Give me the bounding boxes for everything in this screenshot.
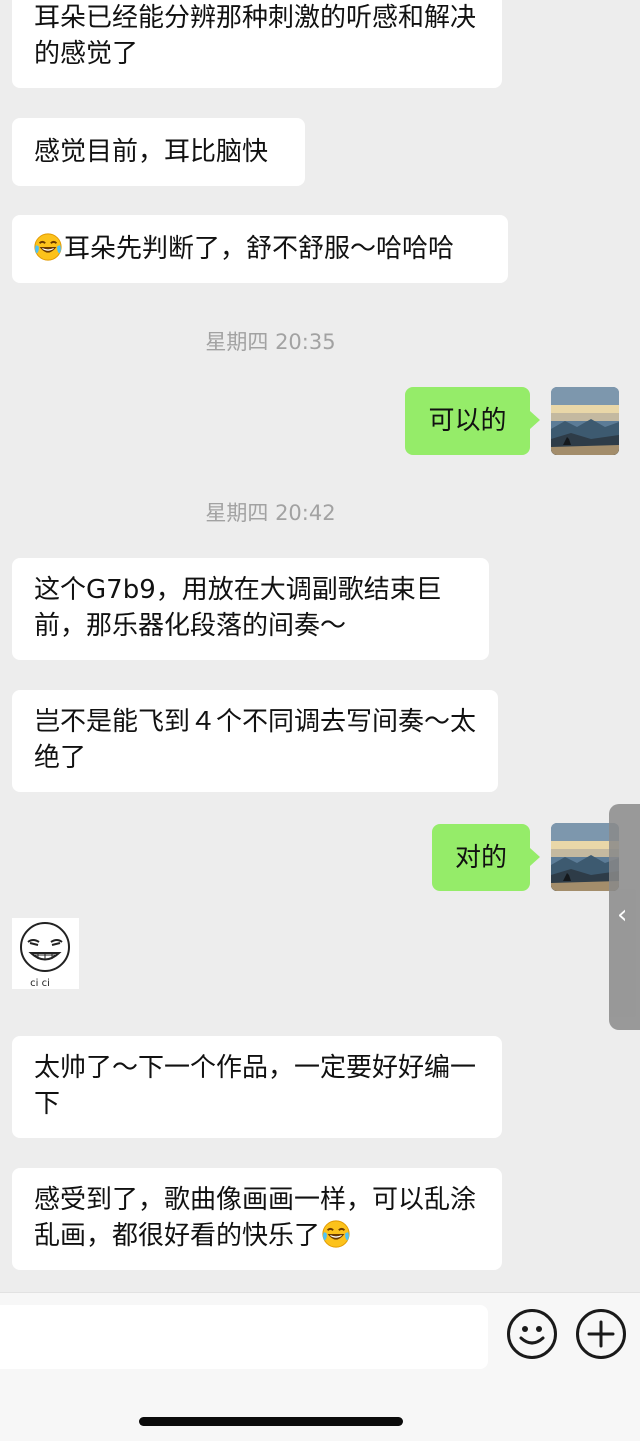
laugh-icon	[321, 1219, 351, 1249]
message-text: 感觉目前，耳比脑快	[34, 137, 269, 167]
more-button[interactable]	[576, 1309, 626, 1359]
message-bubble[interactable]: 耳朵已经能分辨那种刺激的听感和解决的感觉了	[12, 0, 502, 88]
plus-icon	[587, 1320, 615, 1348]
smiley-icon	[519, 1326, 545, 1345]
message-bubble[interactable]: 太帅了～下一个作品，一定要好好编一下	[12, 1036, 502, 1138]
home-indicator[interactable]	[139, 1417, 403, 1426]
message-bubble-outgoing[interactable]: 对的	[432, 824, 540, 891]
message-bubble-outgoing[interactable]: 可以的	[405, 387, 540, 455]
chevron-left-icon: ‹	[617, 900, 628, 930]
message-text: 耳朵已经能分辨那种刺激的听感和解决的感觉了	[34, 3, 477, 69]
side-panel-handle[interactable]: ‹	[609, 804, 640, 1030]
message-text: 可以的	[428, 406, 507, 436]
my-avatar[interactable]	[551, 387, 619, 455]
message-text: 这个G7b9，用放在大调副歌结束巨前，那乐器化段落的间奏～	[34, 575, 442, 641]
message-text: 太帅了～下一个作品，一定要好好编一下	[34, 1053, 477, 1119]
message-bubble[interactable]: 这个G7b9，用放在大调副歌结束巨前，那乐器化段落的间奏～	[12, 558, 489, 660]
input-bar	[0, 1292, 640, 1441]
chat-history[interactable]: 耳朵已经能分辨那种刺激的听感和解决的感觉了 感觉目前，耳比脑快 耳朵先判断了，舒…	[0, 0, 640, 1292]
message-text: 岂不是能飞到４个不同调去写间奏～太绝了	[34, 707, 477, 773]
sticker-caption: ci ci	[30, 978, 50, 989]
message-bubble[interactable]: 感受到了，歌曲像画画一样，可以乱涂乱画，都很好看的快乐了	[12, 1168, 502, 1270]
timestamp: 星期四 20:35	[205, 330, 336, 354]
landscape-avatar-image	[551, 387, 619, 455]
timestamp: 星期四 20:42	[205, 501, 336, 525]
message-text: 耳朵先判断了，舒不舒服～哈哈哈	[64, 234, 455, 264]
message-bubble[interactable]: 感觉目前，耳比脑快	[12, 118, 305, 186]
message-text: 感受到了，歌曲像画画一样，可以乱涂乱画，都很好看的快乐了	[34, 1185, 477, 1251]
emoji-button[interactable]	[507, 1309, 557, 1359]
message-text: 对的	[454, 843, 507, 873]
laugh-icon	[33, 232, 63, 262]
message-input[interactable]	[0, 1305, 488, 1369]
sticker-smug-face[interactable]: ci ci	[12, 918, 79, 989]
message-bubble[interactable]: 岂不是能飞到４个不同调去写间奏～太绝了	[12, 690, 498, 792]
smug-face-icon: ci ci	[20, 922, 70, 989]
message-bubble[interactable]: 耳朵先判断了，舒不舒服～哈哈哈	[12, 215, 508, 283]
